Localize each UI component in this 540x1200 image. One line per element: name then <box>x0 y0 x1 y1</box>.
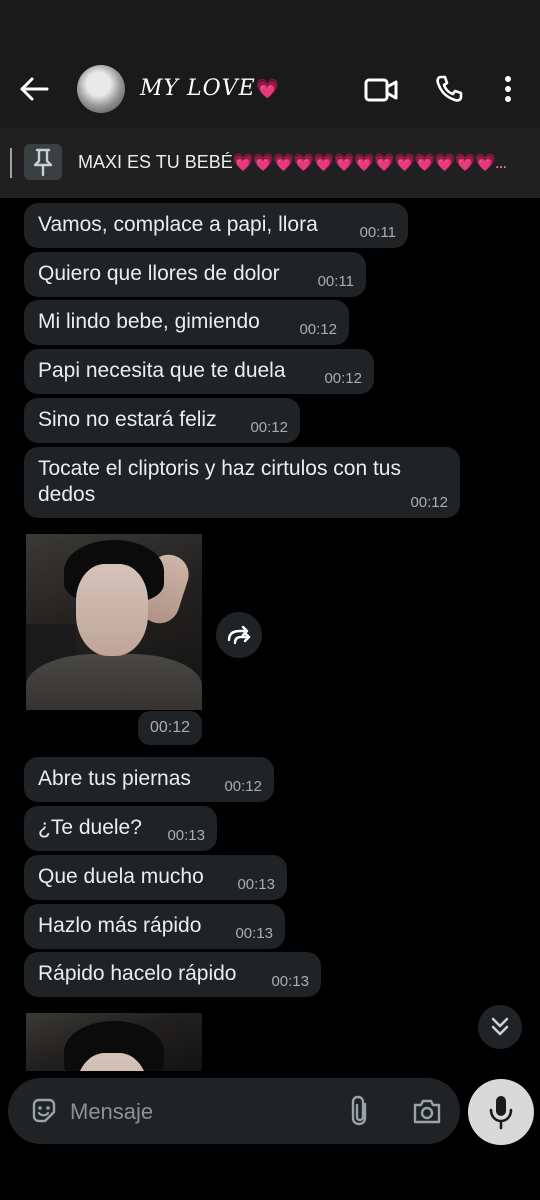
pinned-indicator-line <box>10 148 12 178</box>
forward-button[interactable] <box>216 612 262 658</box>
photo-message-time: 00:12 <box>138 711 202 745</box>
voice-message-button[interactable] <box>468 1079 534 1145</box>
message-time: 00:11 <box>317 273 354 290</box>
message-time: 00:12 <box>224 778 262 795</box>
pinned-text: MAXI ES TU BEBÉ <box>78 152 233 172</box>
message-bubble[interactable]: Vamos, complace a papi, llora 00:11 <box>24 203 408 248</box>
message-text: Papi necesita que te duela <box>38 359 286 382</box>
contact-name[interactable]: 𝑀𝑌 𝐿𝑂𝑉𝐸💗 <box>140 76 280 101</box>
pinned-message-text[interactable]: MAXI ES TU BEBÉ💗💗💗💗💗💗💗💗💗💗💗💗💗... <box>78 152 523 173</box>
message-composer <box>8 1078 460 1144</box>
message-bubble[interactable]: Abre tus piernas 00:12 <box>24 757 274 802</box>
message-time: 00:13 <box>237 876 275 893</box>
message-text: Rápido hacelo rápido <box>38 962 237 985</box>
message-time: 00:13 <box>271 973 309 990</box>
message-bubble[interactable]: Papi necesita que te duela 00:12 <box>24 349 374 394</box>
chat-header: 𝑀𝑌 𝐿𝑂𝑉𝐸💗 <box>0 50 540 128</box>
message-bubble[interactable]: Que duela mucho 00:13 <box>24 855 287 900</box>
message-bubble[interactable]: Quiero que llores de dolor 00:11 <box>24 252 366 297</box>
pin-icon <box>33 148 53 177</box>
microphone-icon <box>489 1096 513 1130</box>
message-bubble[interactable]: Rápido hacelo rápido 00:13 <box>24 952 321 997</box>
forward-icon <box>227 625 251 645</box>
camera-icon[interactable] <box>412 1097 442 1125</box>
contact-name-text: 𝑀𝑌 𝐿𝑂𝑉𝐸 <box>140 76 256 101</box>
message-text: Quiero que llores de dolor <box>38 262 280 285</box>
message-bubble[interactable]: Hazlo más rápido 00:13 <box>24 904 285 949</box>
message-bubble[interactable]: Mi lindo bebe, gimiendo 00:12 <box>24 300 349 345</box>
pin-button[interactable] <box>24 144 62 180</box>
emoji-icon[interactable] <box>30 1097 58 1125</box>
pinned-message-bar[interactable]: MAXI ES TU BEBÉ💗💗💗💗💗💗💗💗💗💗💗💗💗... <box>0 128 540 198</box>
message-input[interactable] <box>68 1090 332 1134</box>
message-time: 00:13 <box>235 925 273 942</box>
message-text: Sino no estará feliz <box>38 408 217 431</box>
photo-face <box>76 564 148 656</box>
phone-icon[interactable] <box>434 74 464 104</box>
message-time: 00:12 <box>324 370 362 387</box>
message-bubble[interactable]: Tocate el cliptoris y haz cirtulos con t… <box>24 447 460 518</box>
message-text: Vamos, complace a papi, llora <box>38 213 318 236</box>
message-time: 00:12 <box>299 321 337 338</box>
message-time: 00:11 <box>359 224 396 241</box>
photo-message[interactable] <box>26 534 202 710</box>
message-bubble[interactable]: Sino no estará feliz 00:12 <box>24 398 300 443</box>
contact-name-heart: 💗 <box>255 78 281 100</box>
message-time: 00:12 <box>250 419 288 436</box>
video-call-icon[interactable] <box>364 77 398 103</box>
message-text: Tocate el cliptoris y haz cirtulos con t… <box>38 457 401 506</box>
scroll-to-bottom-button[interactable] <box>478 1005 522 1049</box>
photo-body <box>26 654 202 710</box>
app-header: 𝑀𝑌 𝐿𝑂𝑉𝐸💗 <box>0 0 540 128</box>
message-time: 00:12 <box>410 494 448 511</box>
scroll-down-icon <box>491 1017 509 1036</box>
message-text: Mi lindo bebe, gimiendo <box>38 310 260 333</box>
message-time: 00:13 <box>167 827 205 844</box>
photo-message-partial[interactable] <box>26 1013 202 1071</box>
pinned-hearts: 💗💗💗💗💗💗💗💗💗💗💗💗💗... <box>232 153 507 172</box>
back-arrow-icon[interactable] <box>18 75 50 103</box>
contact-avatar[interactable] <box>77 65 125 113</box>
message-bubble[interactable]: ¿Te duele? 00:13 <box>24 806 217 851</box>
attach-icon[interactable] <box>348 1095 372 1127</box>
more-options-icon[interactable] <box>496 74 520 104</box>
